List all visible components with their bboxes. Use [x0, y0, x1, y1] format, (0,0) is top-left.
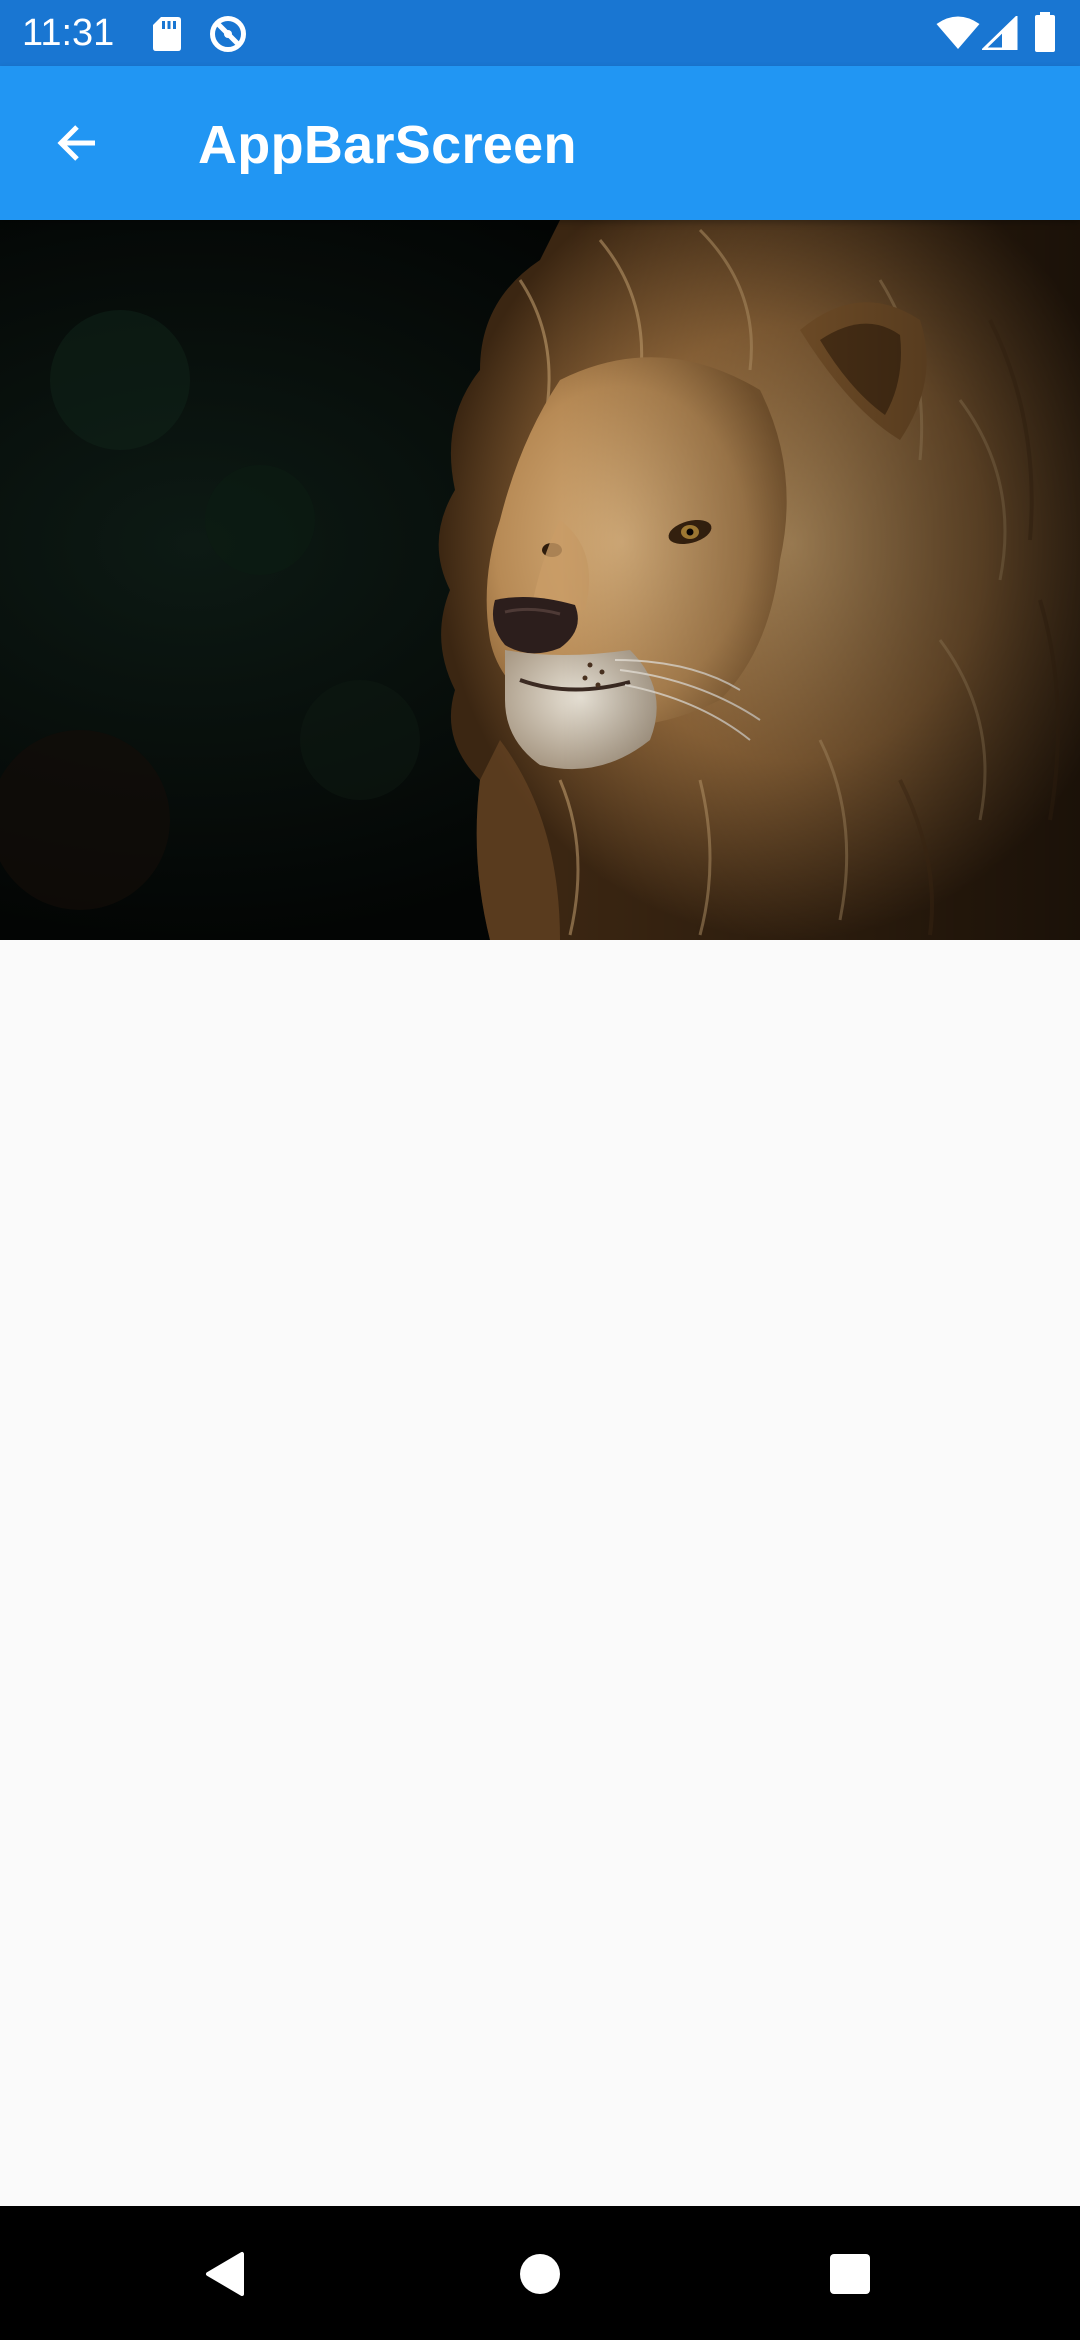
battery-icon	[1035, 12, 1055, 52]
page-title: AppBarScreen	[198, 115, 577, 175]
app-screen: 11:31 AppBarScreen	[0, 0, 1080, 2340]
recents-square-icon	[830, 2254, 870, 2294]
nav-back-button[interactable]	[186, 2234, 266, 2314]
arrow-back-icon	[57, 125, 95, 161]
app-bar: AppBarScreen	[0, 66, 1080, 220]
cellular-signal-icon	[982, 16, 1018, 50]
back-button[interactable]	[30, 96, 124, 190]
home-circle-icon	[520, 2254, 560, 2294]
status-bar: 11:31	[0, 0, 1080, 66]
sd-card-icon	[153, 17, 181, 51]
lion-photo	[0, 220, 1080, 940]
no-disturb-icon	[210, 16, 246, 52]
nav-recents-button[interactable]	[810, 2234, 890, 2314]
status-time: 11:31	[22, 12, 115, 54]
back-triangle-icon	[206, 2252, 244, 2296]
content-area	[0, 940, 1080, 2206]
hero-image	[0, 220, 1080, 940]
nav-home-button[interactable]	[500, 2234, 580, 2314]
wifi-icon	[936, 16, 980, 49]
navigation-bar	[0, 2206, 1080, 2340]
